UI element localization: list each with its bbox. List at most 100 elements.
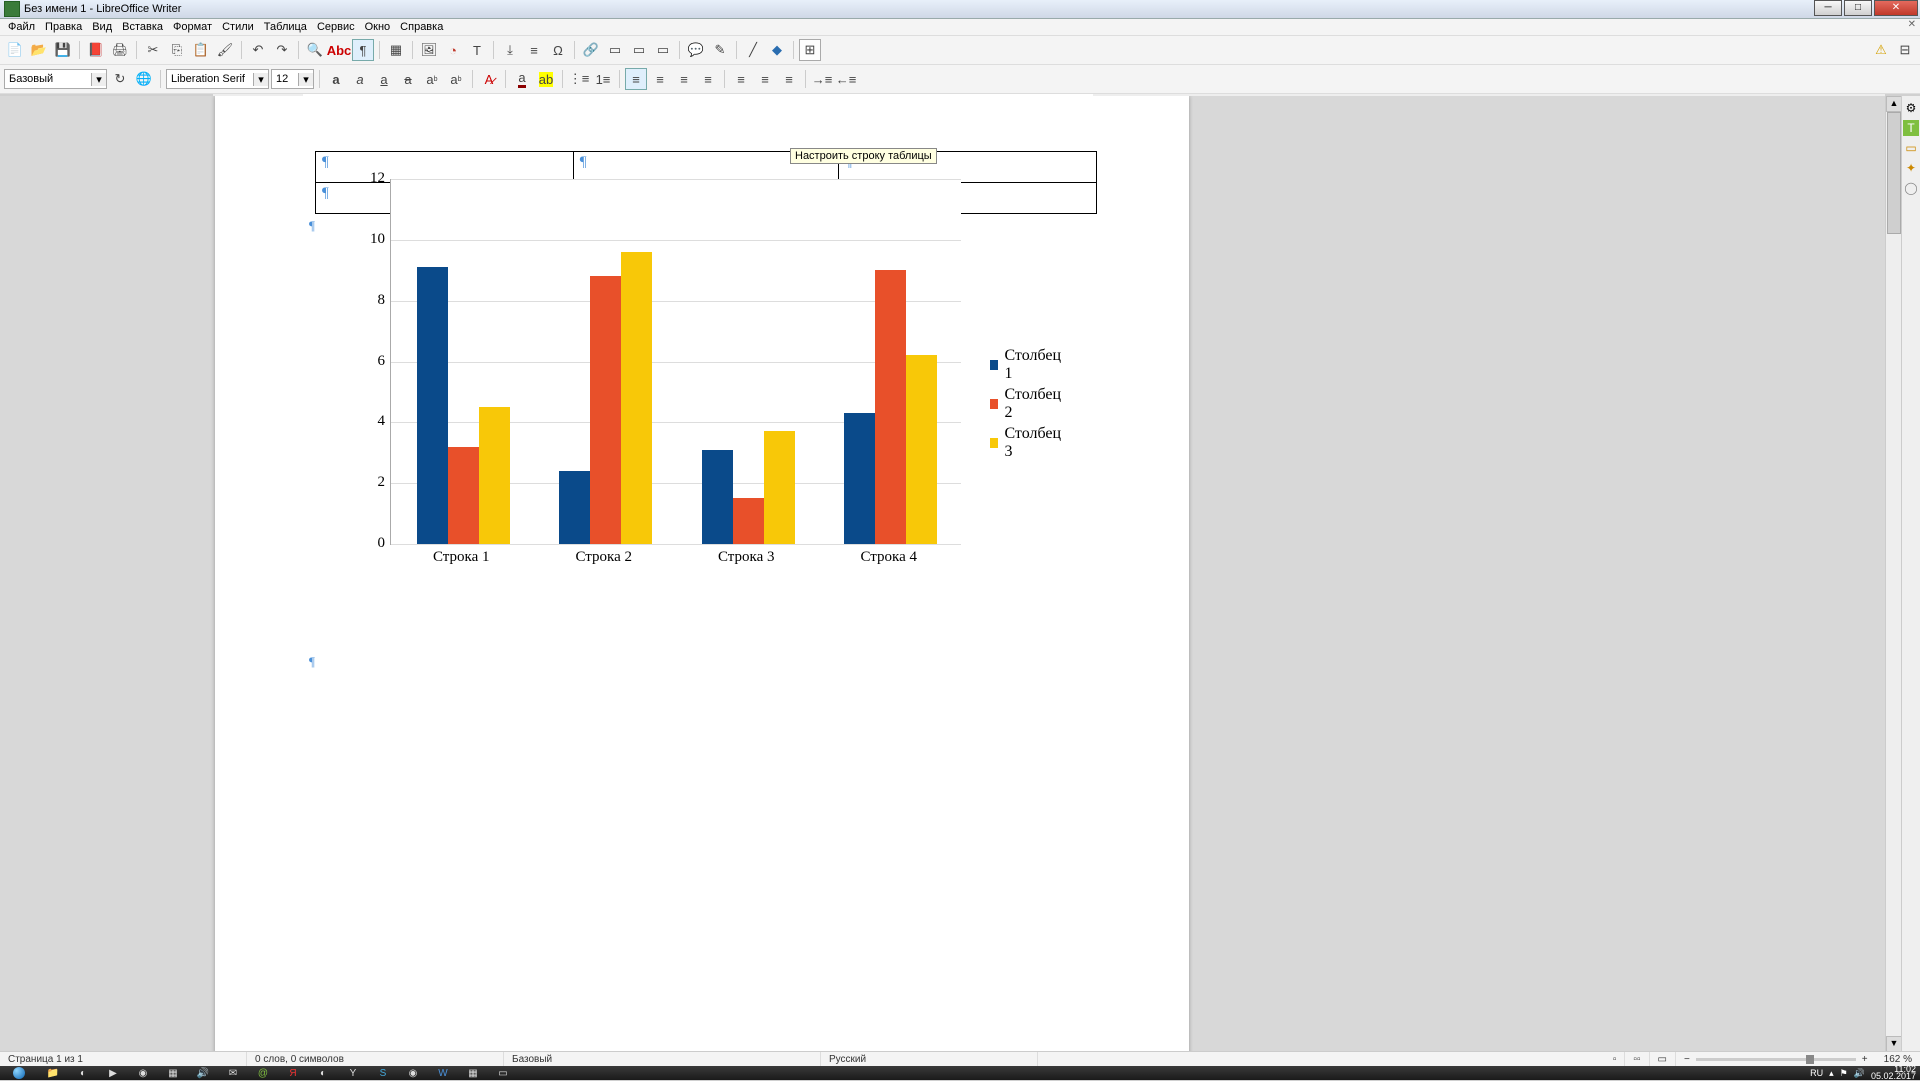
- maximize-button[interactable]: □: [1844, 0, 1872, 16]
- cross-ref-icon[interactable]: ▭: [652, 39, 674, 61]
- close-button[interactable]: ✕: [1874, 0, 1918, 16]
- new-style-icon[interactable]: 🌐: [133, 68, 155, 90]
- close-toolbar-icon[interactable]: ⊟: [1894, 39, 1916, 61]
- page-break-icon[interactable]: ⤓: [499, 39, 521, 61]
- zoom-out-icon[interactable]: −: [1684, 1054, 1690, 1065]
- taskbar-app-icon[interactable]: ◐: [68, 1066, 98, 1080]
- minimize-button[interactable]: ─: [1814, 0, 1842, 16]
- taskbar-app-icon[interactable]: ✉: [218, 1066, 248, 1080]
- zoom-in-icon[interactable]: +: [1862, 1054, 1868, 1065]
- find-icon[interactable]: 🔍: [304, 39, 326, 61]
- insert-textbox-icon[interactable]: T: [466, 39, 488, 61]
- menu-file[interactable]: Файл: [4, 21, 39, 33]
- line-icon[interactable]: ╱: [742, 39, 764, 61]
- taskbar-app-icon[interactable]: ◐: [308, 1066, 338, 1080]
- document-area[interactable]: ¶ ¶ ¶ ¶ ¶ ¶ ¶ Настроить строку таблицы С…: [0, 96, 1902, 1052]
- insert-chart-icon[interactable]: ◔: [442, 39, 464, 61]
- bullets-icon[interactable]: ⋮≡: [568, 68, 590, 90]
- zoom-slider[interactable]: [1696, 1058, 1856, 1061]
- track-changes-icon[interactable]: ✎: [709, 39, 731, 61]
- spellcheck-icon[interactable]: Abc: [328, 39, 350, 61]
- menu-tools[interactable]: Сервис: [313, 21, 359, 33]
- taskbar-skype-icon[interactable]: S: [368, 1066, 398, 1080]
- status-style[interactable]: Базовый: [504, 1052, 821, 1066]
- numbering-icon[interactable]: 1≡: [592, 68, 614, 90]
- taskbar-word-icon[interactable]: W: [428, 1066, 458, 1080]
- tray-volume-icon[interactable]: 🔊: [1854, 1068, 1865, 1079]
- sidebar-gallery-icon[interactable]: ▭: [1903, 140, 1919, 156]
- tray-flag-icon[interactable]: ⚑: [1840, 1068, 1848, 1079]
- italic-icon[interactable]: a: [349, 68, 371, 90]
- comment-icon[interactable]: 💬: [685, 39, 707, 61]
- font-name-dropdown[interactable]: Liberation Serif▾: [166, 69, 269, 89]
- view-single-page-icon[interactable]: ▫: [1605, 1052, 1626, 1066]
- font-color-icon[interactable]: a: [511, 68, 533, 90]
- menu-insert[interactable]: Вставка: [118, 21, 167, 33]
- taskbar-app-icon[interactable]: @: [248, 1066, 278, 1080]
- scroll-up-icon[interactable]: ▲: [1886, 96, 1902, 112]
- start-button[interactable]: [0, 1066, 38, 1080]
- insert-table-icon[interactable]: ▦: [385, 39, 407, 61]
- font-size-dropdown[interactable]: 12▾: [271, 69, 314, 89]
- undo-icon[interactable]: ↶: [247, 39, 269, 61]
- export-pdf-icon[interactable]: 📕: [85, 39, 107, 61]
- taskbar-app-icon[interactable]: Y: [338, 1066, 368, 1080]
- menu-format[interactable]: Формат: [169, 21, 216, 33]
- doc-close-button[interactable]: ✕: [1908, 19, 1916, 30]
- status-language[interactable]: Русский: [821, 1052, 1038, 1066]
- save-icon[interactable]: 💾: [52, 39, 74, 61]
- insert-image-icon[interactable]: 🖼: [418, 39, 440, 61]
- taskbar-app-icon[interactable]: ▦: [458, 1066, 488, 1080]
- view-book-icon[interactable]: ▭: [1650, 1052, 1676, 1066]
- tray-lang[interactable]: RU: [1810, 1068, 1823, 1078]
- taskbar-app-icon[interactable]: Я: [278, 1066, 308, 1080]
- taskbar-writer-icon[interactable]: ▭: [488, 1066, 518, 1080]
- superscript-icon[interactable]: ab: [421, 68, 443, 90]
- taskbar-app-icon[interactable]: ▦: [158, 1066, 188, 1080]
- sidebar-styles-icon[interactable]: T: [1903, 120, 1919, 136]
- scrollbar-vertical[interactable]: ▲ ▼: [1885, 96, 1902, 1052]
- format-paint-icon[interactable]: 🖌: [214, 39, 236, 61]
- update-style-icon[interactable]: ↻: [109, 68, 131, 90]
- strike-icon[interactable]: a: [397, 68, 419, 90]
- redo-icon[interactable]: ↷: [271, 39, 293, 61]
- scroll-down-icon[interactable]: ▼: [1886, 1036, 1902, 1052]
- taskbar-app-icon[interactable]: ▶: [98, 1066, 128, 1080]
- hyperlink-icon[interactable]: 🔗: [580, 39, 602, 61]
- line-spacing-15-icon[interactable]: ≡: [754, 68, 776, 90]
- sidebar-properties-icon[interactable]: ⚙: [1903, 100, 1919, 116]
- menu-edit[interactable]: Правка: [41, 21, 86, 33]
- bold-icon[interactable]: a: [325, 68, 347, 90]
- shapes-icon[interactable]: ◆: [766, 39, 788, 61]
- bookmark-icon[interactable]: ▭: [628, 39, 650, 61]
- menu-styles[interactable]: Стили: [218, 21, 258, 33]
- draw-functions-icon[interactable]: ⊞: [799, 39, 821, 61]
- line-spacing-2-icon[interactable]: ≡: [778, 68, 800, 90]
- tray-clock[interactable]: 11:0205.02.2017: [1871, 1066, 1916, 1080]
- scroll-thumb[interactable]: [1887, 112, 1901, 234]
- status-page[interactable]: Страница 1 из 1: [0, 1052, 247, 1066]
- copy-icon[interactable]: ⎘: [166, 39, 188, 61]
- paste-icon[interactable]: 📋: [190, 39, 212, 61]
- align-left-icon[interactable]: ≡: [625, 68, 647, 90]
- view-multi-page-icon[interactable]: ▫▫: [1625, 1052, 1649, 1066]
- whats-this-icon[interactable]: ⚠: [1870, 39, 1892, 61]
- highlight-icon[interactable]: ab: [535, 68, 557, 90]
- tray-up-icon[interactable]: ▴: [1829, 1068, 1834, 1079]
- menu-table[interactable]: Таблица: [260, 21, 311, 33]
- line-spacing-1-icon[interactable]: ≡: [730, 68, 752, 90]
- menu-view[interactable]: Вид: [88, 21, 116, 33]
- new-doc-icon[interactable]: 📄: [4, 39, 26, 61]
- menu-help[interactable]: Справка: [396, 21, 447, 33]
- subscript-icon[interactable]: ab: [445, 68, 467, 90]
- formatting-marks-icon[interactable]: ¶: [352, 39, 374, 61]
- status-words[interactable]: 0 слов, 0 символов: [247, 1052, 504, 1066]
- align-center-icon[interactable]: ≡: [649, 68, 671, 90]
- taskbar-chrome-icon[interactable]: ◉: [398, 1066, 428, 1080]
- sidebar-more-icon[interactable]: ◯: [1903, 180, 1919, 196]
- insert-field-icon[interactable]: ≡: [523, 39, 545, 61]
- cut-icon[interactable]: ✂: [142, 39, 164, 61]
- align-justify-icon[interactable]: ≡: [697, 68, 719, 90]
- taskbar-explorer-icon[interactable]: 📁: [38, 1066, 68, 1080]
- increase-indent-icon[interactable]: →≡: [811, 68, 833, 90]
